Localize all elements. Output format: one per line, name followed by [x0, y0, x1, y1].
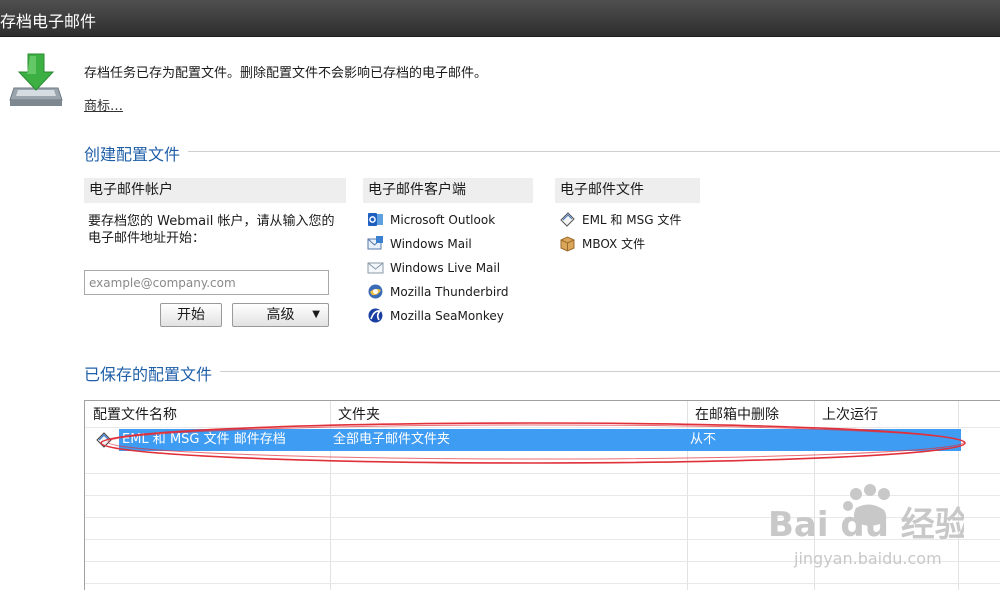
column-header-folder[interactable]: 文件夹 [330, 401, 687, 427]
saved-profiles-heading: 已保存的配置文件 [84, 365, 213, 384]
windows-mail-icon [367, 236, 383, 250]
trademark-link[interactable]: 商标… [84, 95, 123, 114]
seamonkey-icon [368, 308, 383, 323]
folder-cell: 全部电子邮件文件夹 [333, 432, 451, 447]
mbox-file-icon [560, 236, 575, 252]
eml-msg-file-icon [560, 212, 575, 227]
start-button[interactable]: 开始 [160, 303, 222, 327]
dropdown-arrow-icon: ▼ [312, 309, 320, 320]
thunderbird-icon [368, 284, 383, 299]
webmail-prompt: 要存档您的 Webmail 帐户，请从输入您的电子邮件地址开始： [88, 214, 335, 246]
watermark-url: jingyan.baidu.com [793, 549, 942, 568]
client-label: Windows Mail [390, 237, 472, 251]
client-mozilla-seamonkey[interactable]: Mozilla SeaMonkey [367, 306, 504, 326]
table-row[interactable]: EML 和 MSG 文件 邮件存档 全部电子邮件文件夹 从不 [119, 429, 961, 451]
column-header-delete-in-mailbox[interactable]: 在邮箱中删除 [687, 401, 814, 427]
outlook-icon [368, 213, 383, 226]
client-label: Mozilla Thunderbird [390, 285, 509, 299]
file-mbox[interactable]: MBOX 文件 [559, 234, 645, 254]
email-account-header: 电子邮件帐户 [84, 178, 346, 203]
eml-msg-profile-icon [96, 432, 112, 448]
row-divider [85, 583, 1000, 584]
window-title: 存档电子邮件 [0, 12, 97, 31]
section-divider [188, 151, 1000, 152]
file-eml-msg[interactable]: EML 和 MSG 文件 [559, 210, 681, 230]
email-client-header: 电子邮件客户端 [363, 178, 533, 203]
client-label: Windows Live Mail [390, 261, 501, 275]
delete-in-mailbox-cell: 从不 [690, 432, 717, 447]
start-button-label: 开始 [177, 307, 205, 323]
header-divider [85, 427, 1000, 428]
create-profile-heading: 创建配置文件 [84, 145, 181, 164]
advanced-button[interactable]: 高级 ▼ [232, 303, 329, 327]
client-microsoft-outlook[interactable]: Microsoft Outlook [367, 210, 495, 230]
archive-download-icon [9, 53, 63, 106]
client-label: Mozilla SeaMonkey [390, 309, 504, 323]
column-header-last-run[interactable]: 上次运行 [814, 401, 958, 427]
watermark-brand: Bai du 经验 [768, 505, 964, 545]
window-titlebar: 存档电子邮件 [0, 0, 1000, 37]
email-address-input[interactable] [84, 270, 329, 295]
windows-live-mail-icon [367, 262, 384, 274]
archive-info-message: 存档任务已存为配置文件。删除配置文件不会影响已存档的电子邮件。 [84, 66, 488, 81]
profile-name-cell: EML 和 MSG 文件 邮件存档 [122, 432, 286, 447]
column-header-profile-name[interactable]: 配置文件名称 [85, 401, 330, 427]
client-windows-live-mail[interactable]: Windows Live Mail [367, 258, 500, 278]
baidu-jingyan-watermark: Bai du 经验 jingyan.baidu.com [768, 484, 964, 568]
row-divider [85, 473, 1000, 474]
last-run-cell [814, 429, 961, 451]
file-label: EML 和 MSG 文件 [582, 213, 682, 227]
email-file-header: 电子邮件文件 [555, 178, 700, 203]
advanced-button-label: 高级 [266, 307, 295, 323]
file-label: MBOX 文件 [582, 237, 646, 251]
client-windows-mail[interactable]: Windows Mail [367, 234, 472, 254]
client-mozilla-thunderbird[interactable]: Mozilla Thunderbird [367, 282, 509, 302]
section-divider [220, 371, 1000, 372]
client-label: Microsoft Outlook [390, 213, 496, 227]
